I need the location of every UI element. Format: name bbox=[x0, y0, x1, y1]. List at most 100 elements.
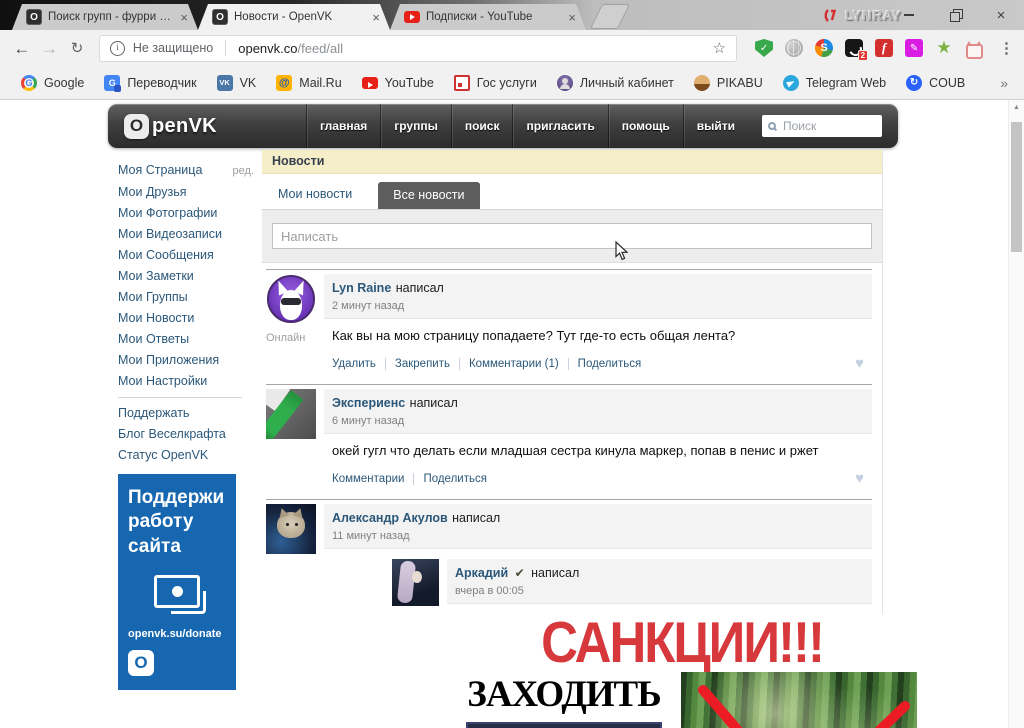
close-icon[interactable]: × bbox=[978, 0, 1024, 30]
page-scrollbar[interactable]: ▲ bbox=[1008, 100, 1024, 728]
bookmark-coub[interactable]: ↻ COUB bbox=[897, 71, 974, 95]
nav-groups[interactable]: группы bbox=[380, 104, 451, 148]
nav-home[interactable]: главная bbox=[305, 104, 380, 148]
back-icon[interactable]: ← bbox=[10, 40, 34, 57]
repost-body: Аркадий ✔ написал вчера в 00:05 САНКЦИИ!… bbox=[447, 559, 917, 728]
tab-close-icon[interactable]: × bbox=[370, 11, 382, 24]
meme-line2: ЗАХОДИТЬ bbox=[467, 674, 661, 715]
bookmark-account[interactable]: Личный кабинет bbox=[548, 71, 683, 95]
address-bar[interactable]: i Не защищено openvk.co/feed/all ☆ bbox=[98, 34, 738, 62]
nav-invite[interactable]: пригласить bbox=[512, 104, 607, 148]
flash-extension-icon[interactable]: f bbox=[875, 39, 894, 57]
bookmark-telegram[interactable]: Telegram Web bbox=[774, 71, 895, 95]
bookmark-pikabu[interactable]: PIKABU bbox=[685, 71, 772, 95]
browser-menu-icon[interactable]: ⋮ bbox=[999, 39, 1014, 57]
delete-link[interactable]: Удалить bbox=[332, 358, 376, 370]
share-link[interactable]: Поделиться bbox=[567, 357, 641, 370]
new-tab-button[interactable] bbox=[589, 4, 631, 29]
sidebar-item-answers[interactable]: Мои Ответы bbox=[118, 329, 254, 350]
bookmark-vk[interactable]: VK VK bbox=[208, 71, 266, 95]
compose-area bbox=[262, 210, 882, 263]
share-link[interactable]: Поделиться bbox=[413, 472, 487, 485]
youtube-icon bbox=[361, 76, 378, 89]
post-image[interactable]: САНКЦИИ!!! ЗАХОДИТЬ Ярослав Бєлоград НА … bbox=[447, 614, 917, 728]
sidebar-item-my-page[interactable]: Моя Страница ред. bbox=[118, 160, 254, 182]
red-cross-mark bbox=[698, 685, 910, 728]
bookmark-youtube[interactable]: YouTube bbox=[353, 72, 443, 94]
sidebar-item-support[interactable]: Поддержать bbox=[118, 403, 254, 424]
bookmark-star-icon[interactable]: ☆ bbox=[713, 39, 726, 57]
url-text[interactable]: openvk.co/feed/all bbox=[238, 41, 343, 56]
sidebar-item-status[interactable]: Статус OpenVK bbox=[118, 445, 254, 466]
repost-avatar[interactable] bbox=[392, 559, 439, 606]
sidebar-label: Мои Заметки bbox=[118, 269, 194, 283]
cat-extension-icon[interactable]: 2 bbox=[845, 39, 869, 61]
scrollbar-thumb[interactable] bbox=[1011, 122, 1022, 252]
bookmark-google[interactable]: G Google bbox=[12, 71, 93, 95]
sidebar-item-settings[interactable]: Мои Настройки bbox=[118, 371, 254, 392]
nav-logout[interactable]: выйти bbox=[682, 104, 748, 148]
sidebar-edit-link[interactable]: ред. bbox=[233, 161, 254, 182]
wrote-label: написал bbox=[452, 511, 501, 525]
sidebar-item-videos[interactable]: Мои Видеозаписи bbox=[118, 224, 254, 245]
nav-search[interactable]: поиск bbox=[450, 104, 513, 148]
security-label[interactable]: Не защищено bbox=[133, 41, 213, 55]
sidebar-item-notes[interactable]: Мои Заметки bbox=[118, 266, 254, 287]
nav-help[interactable]: помощь bbox=[607, 104, 683, 148]
reload-icon[interactable]: ↻ bbox=[65, 41, 89, 56]
forward-icon[interactable]: → bbox=[38, 40, 62, 57]
editor-extension-icon[interactable]: ✎ bbox=[905, 39, 924, 57]
avatar[interactable] bbox=[266, 274, 316, 324]
header-search-box[interactable] bbox=[762, 115, 882, 137]
bookmark-translate[interactable]: G Переводчик bbox=[95, 71, 205, 95]
tab-close-icon[interactable]: × bbox=[566, 11, 578, 24]
tab-close-icon[interactable]: × bbox=[178, 11, 190, 24]
like-heart-icon[interactable]: ♥ bbox=[855, 355, 864, 372]
url-path: /feed/all bbox=[297, 40, 344, 56]
comments-link[interactable]: Комментарии (1) bbox=[458, 357, 559, 370]
author-link[interactable]: Экспериенс bbox=[332, 396, 405, 410]
comments-link[interactable]: Комментарии bbox=[332, 473, 404, 485]
star-extension-icon[interactable]: ★ bbox=[935, 38, 953, 57]
sidebar-label: Мои Видеозаписи bbox=[118, 227, 223, 241]
donate-banner[interactable]: Поддержи работу сайта openvk.su/donate O bbox=[118, 474, 236, 690]
openvk-nav: главная группы поиск пригласить помощь в… bbox=[305, 104, 748, 148]
sidebar-item-blog[interactable]: Блог Веселкрафта bbox=[118, 424, 254, 445]
bookmark-label: Telegram Web bbox=[805, 75, 887, 90]
sidebar-item-messages[interactable]: Мои Сообщения bbox=[118, 245, 254, 266]
info-icon[interactable]: i bbox=[109, 40, 125, 56]
sidebar-item-news[interactable]: Мои Новости bbox=[118, 308, 254, 329]
scroll-up-icon[interactable]: ▲ bbox=[1009, 100, 1024, 115]
author-link[interactable]: Александр Акулов bbox=[332, 511, 448, 525]
sidebar-item-apps[interactable]: Мои Приложения bbox=[118, 350, 254, 371]
like-heart-icon[interactable]: ♥ bbox=[855, 470, 864, 487]
tab-youtube-subs[interactable]: Подписки - YouTube × bbox=[390, 4, 586, 30]
avatar[interactable] bbox=[266, 504, 316, 554]
author-link[interactable]: Lyn Raine bbox=[332, 281, 391, 295]
savefrom-extension-icon[interactable]: S bbox=[815, 39, 834, 57]
openvk-logo[interactable]: O penVK bbox=[108, 113, 217, 139]
pin-link[interactable]: Закрепить bbox=[384, 357, 450, 370]
cat-outline-extension-icon[interactable] bbox=[965, 40, 983, 59]
sidebar-item-groups[interactable]: Мои Группы bbox=[118, 287, 254, 308]
bookmarks-overflow-icon[interactable]: » bbox=[1000, 75, 1012, 91]
adblock-shield-icon[interactable]: ✓ bbox=[755, 39, 774, 57]
tab-all-news[interactable]: Все новости bbox=[378, 182, 480, 209]
vk-letters: VK bbox=[219, 78, 230, 87]
sidebar-item-friends[interactable]: Мои Друзья bbox=[118, 182, 254, 203]
repost-author-link[interactable]: Аркадий bbox=[455, 566, 508, 580]
avatar-column: Онлайн bbox=[266, 274, 316, 382]
tab-news-openvk[interactable]: O Новости - OpenVK × bbox=[198, 4, 390, 30]
header-search-input[interactable] bbox=[781, 118, 876, 134]
avatar[interactable] bbox=[266, 389, 316, 439]
minimize-icon[interactable] bbox=[886, 0, 932, 30]
post-text: окей гугл что делать если младшая сестра… bbox=[332, 443, 819, 458]
sidebar-item-photos[interactable]: Мои Фотографии bbox=[118, 203, 254, 224]
bookmark-gosuslugi[interactable]: Гос услуги bbox=[445, 71, 546, 95]
restore-icon[interactable] bbox=[932, 0, 978, 30]
globe-extension-icon[interactable] bbox=[785, 39, 804, 57]
bookmark-mailru[interactable]: @ Mail.Ru bbox=[267, 71, 350, 95]
compose-input[interactable] bbox=[272, 223, 872, 249]
tab-my-news[interactable]: Мои новости bbox=[278, 187, 352, 209]
tab-search-groups[interactable]: O Поиск групп - фурри - C × bbox=[12, 4, 198, 30]
